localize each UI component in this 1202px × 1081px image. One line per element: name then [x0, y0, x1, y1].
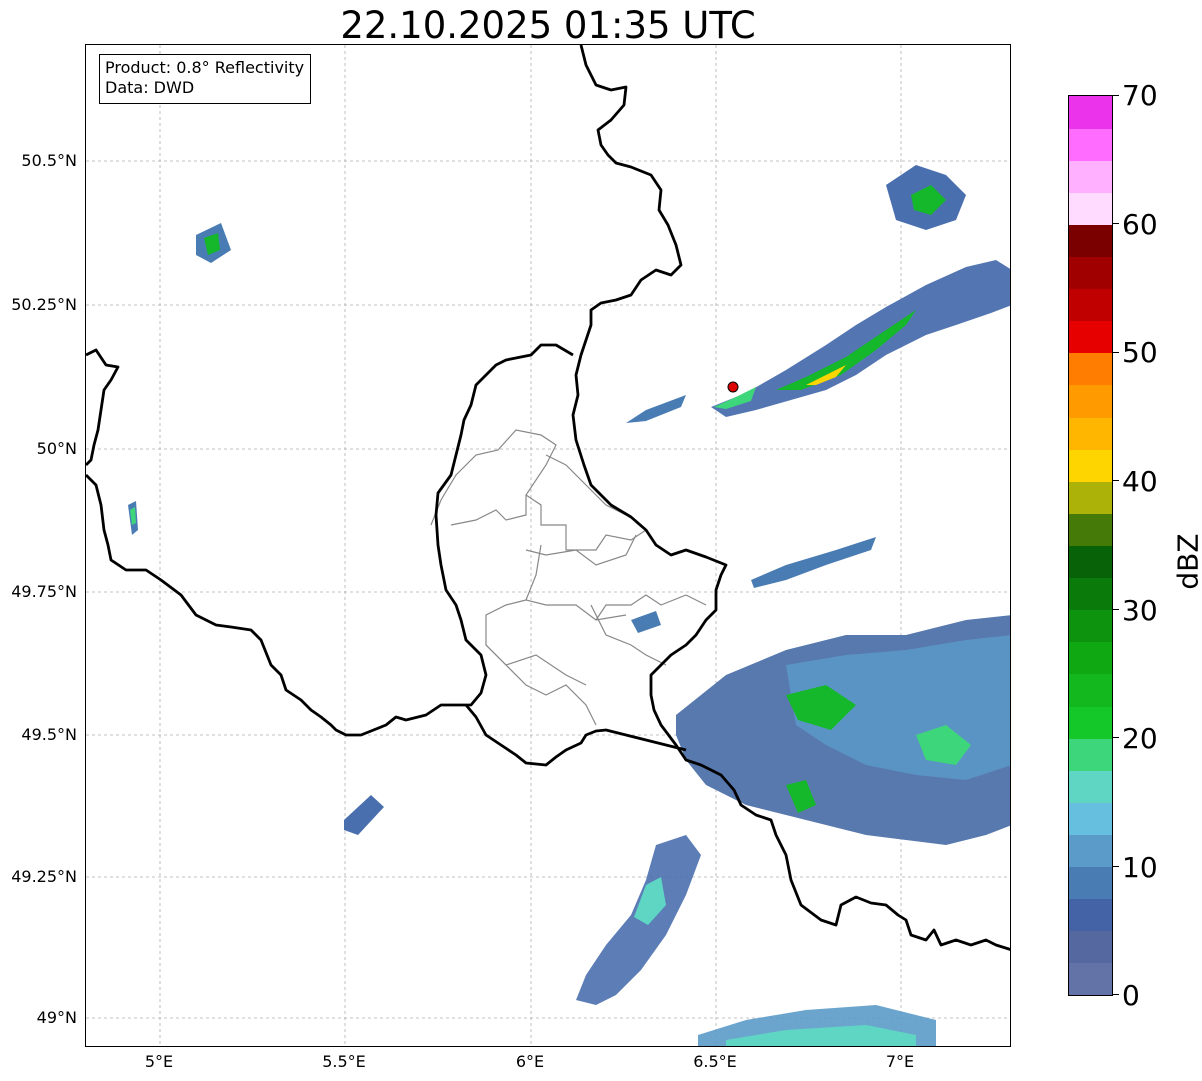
colorbar-tickmark	[1113, 994, 1119, 995]
colorbar-segment	[1069, 96, 1112, 129]
colorbar-tick-20: 20	[1122, 722, 1158, 755]
internal-boundaries	[430, 429, 707, 726]
colorbar-segment	[1069, 577, 1112, 611]
colorbar-segment	[1069, 802, 1112, 835]
colorbar-tickmark	[1113, 865, 1119, 867]
colorbar-tick-0: 0	[1122, 979, 1140, 1012]
colorbar-segment	[1069, 930, 1112, 964]
colorbar-segment	[1069, 256, 1112, 290]
lat-label-49: 49°N	[36, 1008, 77, 1027]
colorbar-tickmark	[1113, 223, 1119, 225]
colorbar-segment	[1069, 738, 1112, 771]
colorbar-segment	[1069, 545, 1112, 579]
colorbar-segment	[1069, 320, 1112, 354]
map-title: 22.10.2025 01:35 UTC	[340, 4, 756, 47]
lon-label-5: 5°E	[144, 1052, 174, 1071]
echo-spot-1	[631, 611, 661, 633]
colorbar-segment	[1069, 449, 1112, 482]
colorbar-segment	[1069, 288, 1112, 322]
colorbar-segment	[1069, 160, 1112, 193]
colorbar-label: dBZ	[1171, 533, 1202, 590]
colorbar-segment	[1069, 352, 1112, 386]
colorbar-tick-50: 50	[1122, 336, 1158, 369]
radar-map[interactable]: Product: 0.8° Reflectivity Data: DWD	[85, 44, 1011, 1047]
lat-label-50.25: 50.25°N	[11, 295, 77, 314]
colorbar-segment	[1069, 962, 1112, 996]
lon-label-6.5: 6.5°E	[693, 1052, 737, 1071]
map-canvas	[86, 45, 1010, 1046]
colorbar-segment	[1069, 673, 1112, 707]
colorbar-tick-30: 30	[1122, 594, 1158, 627]
product-label: Product: 0.8° Reflectivity	[105, 58, 305, 77]
echo-streak-north	[626, 395, 686, 423]
colorbar-tick-10: 10	[1122, 851, 1158, 884]
echo-streak-east	[751, 537, 876, 588]
radar-site-marker	[727, 381, 739, 393]
colorbar-segment	[1069, 384, 1112, 418]
radar-echoes	[128, 165, 1010, 1046]
colorbar-tick-70: 70	[1122, 79, 1158, 112]
echo-band-northeast	[711, 260, 1010, 417]
colorbar-tick-60: 60	[1122, 208, 1158, 241]
colorbar-segment	[1069, 192, 1112, 225]
lat-label-49.5: 49.5°N	[21, 725, 77, 744]
colorbar-segment	[1069, 866, 1112, 900]
colorbar-segment	[1069, 641, 1112, 675]
border-be-nl	[86, 348, 120, 466]
colorbar-tickmark	[1113, 480, 1119, 482]
colorbar-segment	[1069, 770, 1112, 803]
colorbar-segment	[1069, 706, 1112, 739]
lat-label-49.75: 49.75°N	[11, 582, 77, 601]
lon-label-6: 6°E	[515, 1052, 545, 1071]
colorbar-tickmark	[1113, 737, 1119, 739]
echo-band-south	[576, 835, 701, 1005]
colorbar	[1068, 95, 1113, 996]
colorbar-segment	[1069, 224, 1112, 258]
border-lu-west	[86, 343, 574, 737]
colorbar-segment	[1069, 834, 1112, 868]
colorbar-tick-40: 40	[1122, 465, 1158, 498]
colorbar-tickmark	[1113, 351, 1119, 353]
colorbar-segment	[1069, 513, 1112, 546]
colorbar-segment	[1069, 128, 1112, 161]
echo-cell-southwest	[344, 795, 384, 835]
colorbar-tickmark	[1113, 95, 1119, 96]
lat-label-50.5: 50.5°N	[21, 151, 77, 170]
colorbar-segment	[1069, 898, 1112, 932]
lat-label-49.25: 49.25°N	[11, 867, 77, 886]
lon-label-5.5: 5.5°E	[322, 1052, 366, 1071]
product-info-box: Product: 0.8° Reflectivity Data: DWD	[99, 54, 312, 104]
lon-label-7: 7°E	[885, 1052, 915, 1071]
colorbar-segment	[1069, 417, 1112, 450]
data-source-label: Data: DWD	[105, 78, 195, 97]
colorbar-segment	[1069, 609, 1112, 643]
colorbar-segment	[1069, 481, 1112, 514]
colorbar-tickmark	[1113, 608, 1119, 610]
lat-label-50: 50°N	[36, 439, 77, 458]
